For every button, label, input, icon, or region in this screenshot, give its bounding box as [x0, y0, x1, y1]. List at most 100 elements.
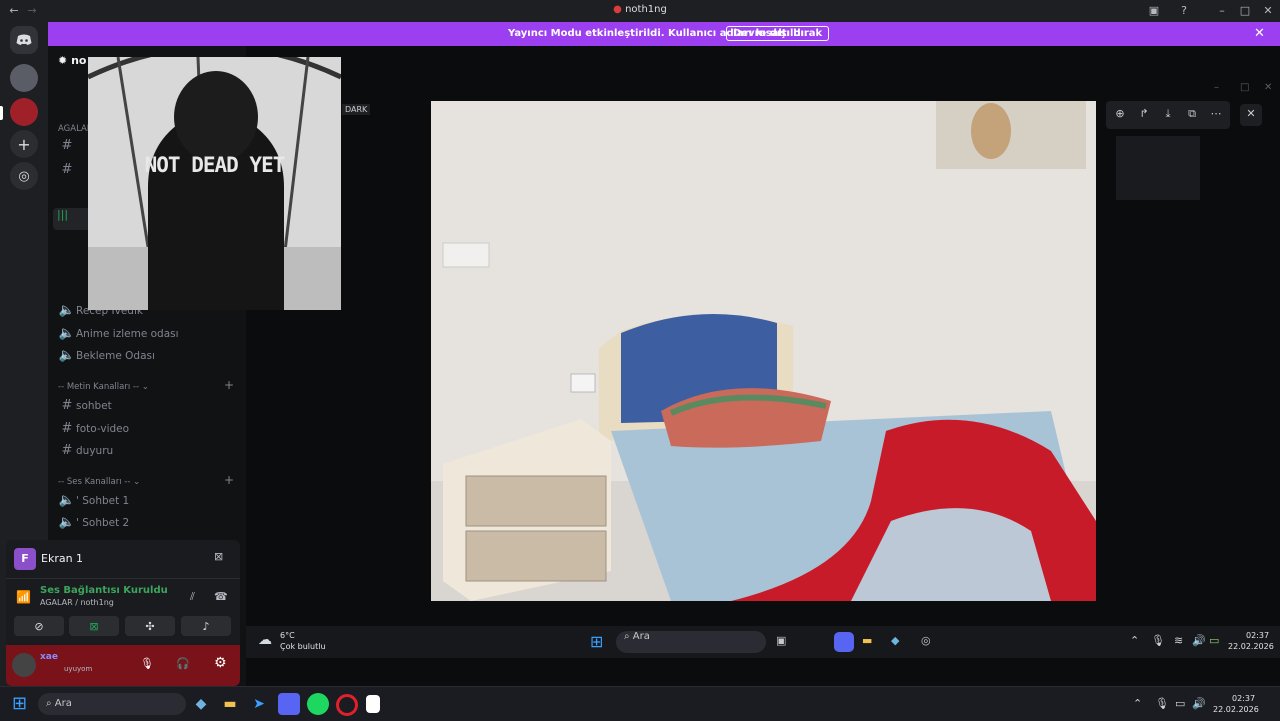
soundboard-button[interactable]: ♪ [181, 616, 231, 636]
hash-icon: # [61, 421, 73, 436]
explore-compass-icon[interactable]: ◎ [10, 162, 38, 190]
close-viewer-icon[interactable]: ✕ [1240, 104, 1262, 126]
discord-home-button[interactable] [10, 26, 38, 54]
hash-icon: # [61, 398, 73, 413]
category-label: -- Ses Kanalları -- [58, 477, 131, 487]
category-voice-channels[interactable]: -- Ses Kanalları -- ⌄ [58, 477, 140, 487]
open-in-browser-icon[interactable]: ⧉ [1182, 104, 1202, 124]
channel-label: Anime izleme odası [76, 328, 179, 340]
speaker-icon: 🔈 [58, 515, 76, 530]
streamer-mode-banner: Yayıncı Modu etkinleştirildi. Kullanıcı … [48, 22, 1280, 46]
close-banner-icon[interactable]: ✕ [1254, 26, 1265, 41]
mic-tray-icon[interactable]: 🎙 [1155, 697, 1169, 710]
username[interactable]: xae [40, 652, 58, 662]
camera-toggle-button[interactable]: ⊘ [14, 616, 64, 636]
network-icon[interactable]: ▭ [1175, 697, 1185, 710]
headphones-icon[interactable]: 🎧 [176, 657, 190, 670]
window-title: ● noth1ng [0, 4, 1280, 15]
inbox-icon[interactable]: ▣ [1146, 3, 1162, 19]
windows-start-icon: ⊞ [590, 632, 604, 651]
close-window-icon[interactable]: ✕ [1260, 3, 1276, 19]
opera-icon[interactable] [336, 694, 358, 716]
volume-icon[interactable]: 🔊 [1192, 697, 1206, 710]
connection-path[interactable]: AGALAR / noth1ng [40, 598, 114, 607]
search-icon: ⌕ [46, 698, 52, 709]
noise-suppression-icon[interactable]: ⫽ [190, 590, 195, 604]
help-icon[interactable]: ? [1176, 3, 1192, 19]
category-label: -- Metin Kanalları -- [58, 382, 140, 392]
minimize-icon[interactable]: – [1214, 3, 1230, 19]
hash-icon: # [61, 138, 73, 153]
taskbar-search-box[interactable]: ⌕ Ara [38, 693, 186, 715]
volume-icon: 🔊 [1192, 634, 1206, 647]
microphone-icon[interactable]: 🎙 [140, 657, 154, 670]
zoom-icon[interactable]: ⊕ [1110, 104, 1130, 124]
connection-status[interactable]: Ses Bağlantısı Kuruldu [40, 585, 168, 596]
windows-taskbar: ⊞ ⌕ Ara ◆ ▬ ➤ ⌃ 🎙 ▭ 🔊 02:37 22.02.2026 [0, 686, 1280, 721]
notes-app-icon[interactable] [366, 695, 380, 713]
chevron-up-icon[interactable]: ⌃ [1133, 697, 1142, 710]
add-channel-icon[interactable]: + [224, 378, 234, 392]
disable-streamer-mode-button[interactable]: Devre dışı bırak [726, 26, 830, 41]
popout-icon[interactable]: ⊠ [214, 550, 223, 563]
wifi-icon: ≋ [1174, 634, 1184, 647]
add-server-icon[interactable]: + [10, 130, 38, 158]
channel-label: Bekleme Odası [76, 350, 155, 362]
search-icon: ⌕ [624, 631, 630, 642]
activities-icon: ✣ [145, 619, 155, 633]
activities-button[interactable]: ✣ [125, 616, 175, 636]
user-avatar[interactable] [12, 653, 36, 677]
voice-channel-sohbet-2[interactable]: 🔈' Sohbet 2 [58, 513, 238, 533]
weather-desc: Çok bulutlu [280, 642, 326, 651]
dim-close-icon: ✕ [1264, 82, 1273, 93]
panel-divider [6, 578, 240, 579]
voice-active-icon: ||| [57, 208, 69, 221]
hash-icon: # [61, 162, 73, 177]
text-channel-sohbet[interactable]: # sohbet [58, 396, 238, 416]
voice-panel: F Ekran 1 ⊠ 📶 Ses Bağlantısı Kuruldu AGA… [6, 540, 240, 686]
app-icon[interactable]: ◆ [190, 693, 212, 715]
stream-avatar: F [14, 548, 36, 570]
shared-screen-taskbar: ☁ 6°C Çok bulutlu ⊞ ⌕ Ara ▣ ▬ ◆ ◎ ⌃ 🎙 ≋ … [246, 626, 1280, 658]
file-explorer-icon[interactable]: ▬ [219, 693, 241, 715]
dim-maximize-icon: □ [1240, 82, 1250, 93]
disconnect-icon[interactable]: ☎ [214, 590, 228, 603]
inner-search-box: ⌕ Ara [616, 631, 766, 653]
hoodie-photo-thumbnail[interactable]: NOT DEAD YET [88, 57, 341, 310]
screen-share-button[interactable]: ⊠ [69, 616, 119, 636]
camera-off-icon: ⊘ [34, 619, 44, 633]
hoodie-photo-image [88, 57, 341, 310]
maximize-icon[interactable]: □ [1237, 3, 1253, 19]
server-icon-noth1ng[interactable] [10, 98, 38, 126]
channel-label: ' Sohbet 1 [76, 495, 130, 507]
image-viewer-photo[interactable] [431, 101, 1096, 601]
windows-start-button[interactable]: ⊞ [12, 693, 27, 714]
search-placeholder: Ara [632, 631, 650, 642]
voice-channel-sohbet-1[interactable]: 🔈' Sohbet 1 [58, 491, 238, 511]
server-icon-1[interactable] [10, 64, 38, 92]
spotify-icon[interactable] [307, 693, 329, 715]
inner-clock-time: 02:37 [1246, 631, 1270, 640]
download-icon[interactable]: ⤓ [1158, 104, 1178, 124]
more-options-icon[interactable]: ⋯ [1206, 104, 1226, 124]
clock-date[interactable]: 22.02.2026 [1213, 705, 1259, 714]
screen-share-icon: ⊠ [89, 619, 99, 633]
hash-icon: # [61, 443, 73, 458]
stream-title: Ekran 1 [41, 552, 84, 565]
voice-channel-anime[interactable]: 🔈Anime izleme odası [58, 324, 238, 344]
voice-channel-bekleme[interactable]: 🔈Bekleme Odası [58, 346, 238, 366]
forward-share-icon[interactable]: ↱ [1134, 104, 1154, 124]
settings-gear-icon[interactable]: ⚙ [214, 655, 227, 671]
app-icon[interactable]: ➤ [248, 693, 270, 715]
channel-label: duyuru [76, 445, 114, 457]
add-channel-icon[interactable]: + [224, 473, 234, 487]
channel-label: sohbet [76, 400, 112, 412]
gear-badge-icon: ✹ [58, 54, 68, 67]
discord-taskbar-icon[interactable] [278, 693, 300, 715]
text-channel-duyuru[interactable]: # duyuru [58, 441, 238, 461]
chevron-up-icon: ⌃ [1130, 634, 1140, 647]
text-channel-foto-video[interactable]: # foto-video [58, 419, 238, 439]
server-name-header[interactable]: ✹ no [58, 54, 86, 67]
category-text-channels[interactable]: -- Metin Kanalları -- ⌄ [58, 382, 149, 392]
clock-time[interactable]: 02:37 [1232, 694, 1255, 703]
